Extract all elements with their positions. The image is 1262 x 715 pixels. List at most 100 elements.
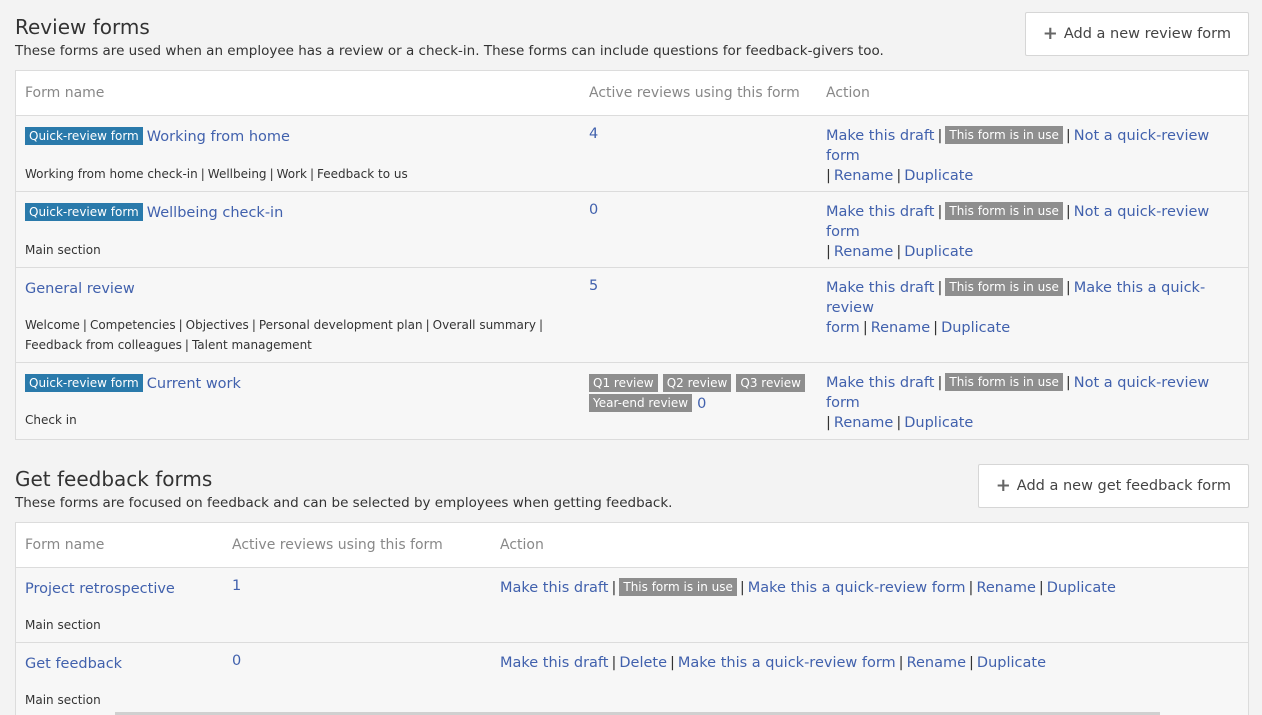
active-reviews-count-link[interactable]: 0 xyxy=(589,202,598,218)
rename-link[interactable]: Rename xyxy=(907,655,966,671)
duplicate-link[interactable]: Duplicate xyxy=(904,415,973,431)
rename-link[interactable]: Rename xyxy=(834,415,893,431)
table-row: Get feedback Main section 0 Make this dr… xyxy=(16,643,1248,715)
form-in-use-badge: This form is in use xyxy=(945,278,1063,296)
table-header: Form name Active reviews using this form… xyxy=(16,71,1248,116)
form-name-link[interactable]: General review xyxy=(25,281,135,297)
section-name: Feedback to us xyxy=(317,167,408,181)
make-draft-link[interactable]: Make this draft xyxy=(826,375,934,391)
review-cycle-badge: Q3 review xyxy=(736,374,805,392)
review-cycle-badge: Q1 review xyxy=(589,374,658,392)
table-row: General review Welcome | Competencies | Obje… xyxy=(16,268,1248,363)
table-row: Project retrospective Main section 1 Mak… xyxy=(16,568,1248,643)
form-sections: Working from home check-in | Wellbeing | Wor… xyxy=(25,167,408,181)
duplicate-link[interactable]: Duplicate xyxy=(977,655,1046,671)
rename-link[interactable]: Rename xyxy=(871,320,930,336)
make-quick-review-link[interactable]: Make this a quick-review form xyxy=(678,655,896,671)
rename-link[interactable]: Rename xyxy=(834,168,893,184)
make-quick-review-link-cont[interactable]: form xyxy=(826,320,860,336)
quick-review-badge: Quick-review form xyxy=(25,127,143,145)
action-cell: Make this draft | Delete | Make this a quick… xyxy=(500,655,1047,671)
column-header-action: Action xyxy=(826,85,870,101)
active-reviews-count-link[interactable]: 1 xyxy=(232,578,241,594)
quick-review-badge: Quick-review form xyxy=(25,374,143,392)
section-name: Talent management xyxy=(191,338,312,352)
section-name: Feedback from colleagues xyxy=(25,338,182,352)
form-name-cell: General review xyxy=(25,278,135,297)
section-name: Main section xyxy=(25,693,101,707)
add-feedback-form-button[interactable]: + Add a new get feedback form xyxy=(977,464,1249,508)
feedback-forms-section: Get feedback forms These forms are focus… xyxy=(15,464,1249,512)
form-sections: Welcome | Competencies | Objectives | Personal… xyxy=(25,318,543,352)
form-name-link[interactable]: Project retrospective xyxy=(25,581,175,597)
column-header-action: Action xyxy=(500,537,544,553)
review-cycle-badge: Year-end review xyxy=(589,394,693,412)
section-name: Welcome xyxy=(25,318,80,332)
duplicate-link[interactable]: Duplicate xyxy=(941,320,1010,336)
action-cell: Make this draft | This form is in use | Not … xyxy=(826,202,1210,260)
active-reviews-count-link[interactable]: 0 xyxy=(232,653,241,669)
section-name: Check in xyxy=(25,413,77,427)
action-cell: Make this draft | This form is in use | Not … xyxy=(826,126,1210,184)
section-name: Main section xyxy=(25,618,101,632)
quick-review-badge: Quick-review form xyxy=(25,203,143,221)
column-header-active-reviews: Active reviews using this form xyxy=(589,85,800,101)
plus-icon: + xyxy=(995,475,1011,496)
section-name: Competencies xyxy=(89,318,176,332)
active-reviews-count-link[interactable]: 5 xyxy=(589,278,598,294)
review-forms-section: Review forms These forms are used when a… xyxy=(15,12,1249,60)
duplicate-link[interactable]: Duplicate xyxy=(904,244,973,260)
form-in-use-badge: This form is in use xyxy=(945,126,1063,144)
form-name-cell: Quick-review form Current work xyxy=(25,373,241,392)
make-draft-link[interactable]: Make this draft xyxy=(500,580,608,596)
make-quick-review-link[interactable]: Make this a quick-review form xyxy=(748,580,966,596)
active-reviews-count-link[interactable]: 0 xyxy=(697,396,706,412)
form-name-link[interactable]: Working from home xyxy=(147,129,290,145)
table-row: Quick-review form Current work Check in Q… xyxy=(16,363,1248,439)
column-header-form-name: Form name xyxy=(25,85,105,101)
section-name: Work xyxy=(276,167,307,181)
column-header-form-name: Form name xyxy=(25,537,105,553)
form-name-cell: Get feedback xyxy=(25,653,122,672)
table-header: Form name Active reviews using this form… xyxy=(16,523,1248,568)
make-draft-link[interactable]: Make this draft xyxy=(826,204,934,220)
review-forms-table: Form name Active reviews using this form… xyxy=(15,70,1249,440)
form-sections: Main section xyxy=(25,240,101,260)
add-feedback-form-label: Add a new get feedback form xyxy=(1016,478,1231,494)
form-name-link[interactable]: Get feedback xyxy=(25,656,122,672)
form-name-cell: Quick-review form Working from home xyxy=(25,126,290,145)
feedback-forms-table: Form name Active reviews using this form… xyxy=(15,522,1249,715)
section-name: Objectives xyxy=(185,318,249,332)
form-in-use-badge: This form is in use xyxy=(945,373,1063,391)
section-name: Working from home check-in xyxy=(25,167,198,181)
add-review-form-button[interactable]: + Add a new review form xyxy=(1024,12,1249,56)
review-cycle-badge: Q2 review xyxy=(662,374,732,392)
section-name: Overall summary xyxy=(432,318,536,332)
action-cell: Make this draft | This form is in use | Not … xyxy=(826,373,1210,431)
plus-icon: + xyxy=(1042,23,1058,44)
form-sections: Main section xyxy=(25,690,101,710)
delete-link[interactable]: Delete xyxy=(619,655,667,671)
make-draft-link[interactable]: Make this draft xyxy=(826,280,934,296)
action-cell: Make this draft | This form is in use | Make… xyxy=(826,278,1206,336)
section-name: Wellbeing xyxy=(207,167,267,181)
add-review-form-label: Add a new review form xyxy=(1063,26,1231,42)
make-draft-link[interactable]: Make this draft xyxy=(826,128,934,144)
table-row: Quick-review form Working from home Worki… xyxy=(16,116,1248,192)
active-reviews-count-link[interactable]: 4 xyxy=(589,126,598,142)
make-draft-link[interactable]: Make this draft xyxy=(500,655,608,671)
form-name-link[interactable]: Wellbeing check-in xyxy=(147,205,284,221)
rename-link[interactable]: Rename xyxy=(834,244,893,260)
form-in-use-badge: This form is in use xyxy=(945,202,1063,220)
form-sections: Check in xyxy=(25,410,77,430)
rename-link[interactable]: Rename xyxy=(976,580,1035,596)
duplicate-link[interactable]: Duplicate xyxy=(904,168,973,184)
form-name-cell: Project retrospective xyxy=(25,578,175,597)
form-sections: Main section xyxy=(25,615,101,635)
duplicate-link[interactable]: Duplicate xyxy=(1047,580,1116,596)
table-row: Quick-review form Wellbeing check-in Main… xyxy=(16,192,1248,268)
form-in-use-badge: This form is in use xyxy=(619,578,737,596)
column-header-active-reviews: Active reviews using this form xyxy=(232,537,443,553)
form-name-link[interactable]: Current work xyxy=(147,376,241,392)
form-name-cell: Quick-review form Wellbeing check-in xyxy=(25,202,283,221)
